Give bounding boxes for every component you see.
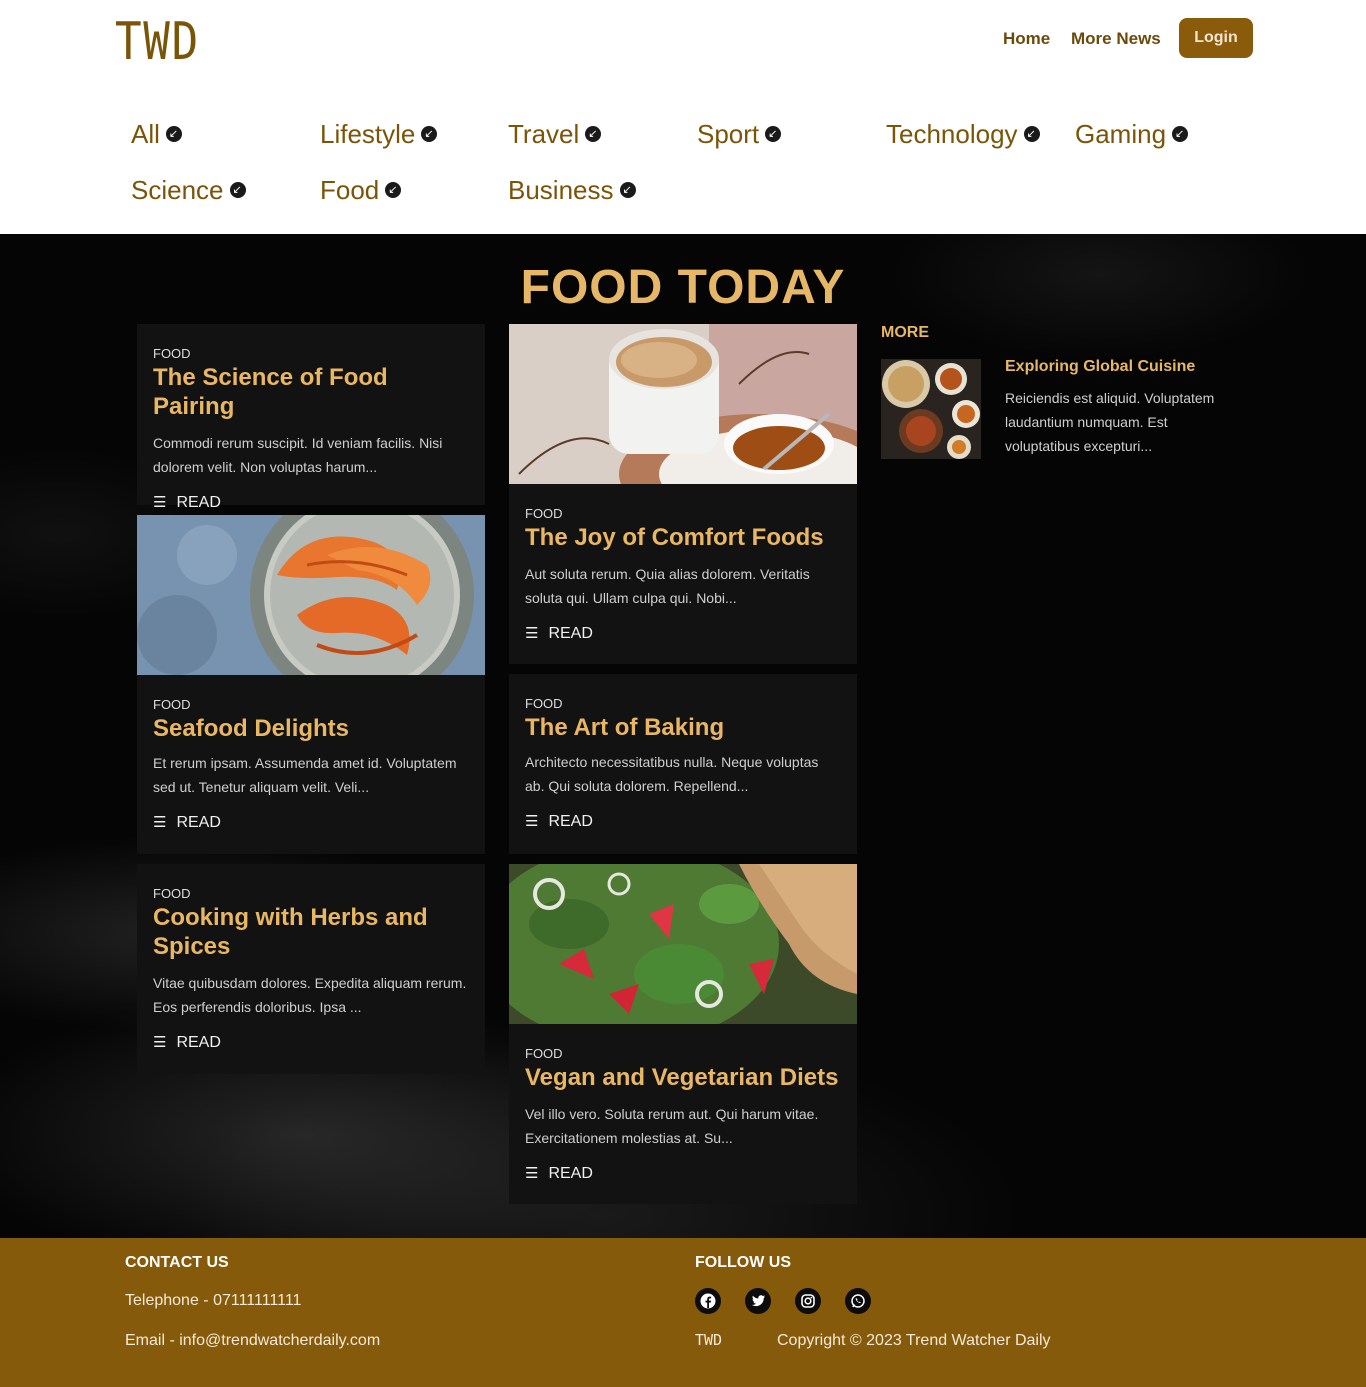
read-label: READ [548,813,593,830]
arrow-down-left-icon [229,182,246,199]
contact-heading: CONTACT US [125,1254,229,1271]
card-title[interactable]: The Joy of Comfort Foods [525,523,841,552]
menu-icon: ☰ [153,494,167,511]
nav-home-link[interactable]: Home [1003,29,1050,49]
category-label: Gaming [1075,119,1167,149]
card-excerpt: Commodi rerum suscipit. Id veniam facili… [153,435,443,475]
card-excerpt: Vitae quibusdam dolores. Expedita aliqua… [153,975,467,1015]
arrow-down-left-icon [1023,126,1040,143]
menu-icon: ☰ [525,813,539,830]
read-button[interactable]: ☰ READ [525,812,593,831]
card-title[interactable]: Seafood Delights [153,714,469,743]
article-card[interactable]: FOOD Seafood Delights Et rerum ipsam. As… [137,515,485,854]
card-category: FOOD [153,886,191,901]
read-button[interactable]: ☰ READ [525,624,593,643]
card-category: FOOD [525,506,563,521]
read-label: READ [548,625,593,642]
category-label: Science [131,175,224,205]
card-excerpt: Aut soluta rerum. Quia alias dolorem. Ve… [525,566,810,606]
card-title[interactable]: Vegan and Vegetarian Diets [525,1063,841,1092]
card-category: FOOD [153,697,191,712]
category-label: Sport [697,119,760,149]
page-title: FOOD TODAY [520,261,846,314]
contact-telephone: Telephone - 07111111111 [125,1292,302,1309]
site-header: TWD Home More News Login All Lifestyle T… [0,0,1366,234]
follow-heading: FOLLOW US [695,1254,791,1271]
whatsapp-icon[interactable] [845,1288,871,1314]
arrow-down-left-icon [165,126,182,143]
card-title[interactable]: The Science of Food Pairing [153,363,469,421]
category-label: Food [320,175,380,205]
article-card[interactable]: FOOD The Joy of Comfort Foods Aut soluta… [509,324,857,664]
card-category: FOOD [525,696,563,711]
card-title[interactable]: The Art of Baking [525,713,841,742]
dishes-image[interactable] [881,359,981,459]
read-label: READ [548,1165,593,1182]
article-card[interactable]: FOOD Vegan and Vegetarian Diets Vel illo… [509,864,857,1204]
category-label: Technology [886,119,1018,149]
card-category: FOOD [153,346,191,361]
more-article-title[interactable]: Exploring Global Cuisine [1005,358,1195,376]
category-all[interactable]: All [131,119,182,150]
category-label: Travel [508,119,580,149]
category-label: Lifestyle [320,119,416,149]
card-excerpt: Vel illo vero. Soluta rerum aut. Qui har… [525,1106,819,1146]
arrow-down-left-icon [385,182,402,199]
category-label: All [131,119,160,149]
arrow-down-left-icon [619,182,636,199]
menu-icon: ☰ [525,625,539,642]
site-logo[interactable]: TWD [115,12,200,72]
twitter-icon[interactable] [745,1288,771,1314]
main-section: FOOD TODAY FOOD The Science of Food Pair… [0,234,1366,1238]
card-category: FOOD [525,1046,563,1061]
read-button[interactable]: ☰ READ [153,1033,221,1052]
instagram-icon[interactable] [795,1288,821,1314]
shrimp-image[interactable] [137,515,485,675]
article-card[interactable]: FOOD The Science of Food Pairing Commodi… [137,324,485,511]
menu-icon: ☰ [525,1165,539,1182]
arrow-down-left-icon [765,126,782,143]
read-button[interactable]: ☰ READ [153,813,221,832]
category-food[interactable]: Food [320,175,402,206]
article-card[interactable]: FOOD The Art of Baking Architecto necess… [509,674,857,854]
category-travel[interactable]: Travel [508,119,602,150]
salad-image[interactable] [509,864,857,1024]
category-technology[interactable]: Technology [886,119,1040,150]
login-button[interactable]: Login [1179,18,1253,58]
category-label: Business [508,175,614,205]
read-label: READ [176,494,221,511]
more-heading: MORE [881,324,929,341]
menu-icon: ☰ [153,814,167,831]
menu-icon: ☰ [153,1034,167,1051]
read-button[interactable]: ☰ READ [525,1164,593,1183]
category-science[interactable]: Science [131,175,246,206]
arrow-down-left-icon [585,126,602,143]
article-card[interactable]: FOOD Cooking with Herbs and Spices Vitae… [137,864,485,1074]
category-lifestyle[interactable]: Lifestyle [320,119,438,150]
coffee-image[interactable] [509,324,857,484]
category-sport[interactable]: Sport [697,119,782,150]
read-label: READ [176,814,221,831]
arrow-down-left-icon [421,126,438,143]
card-title[interactable]: Cooking with Herbs and Spices [153,903,469,961]
category-business[interactable]: Business [508,175,636,206]
category-gaming[interactable]: Gaming [1075,119,1189,150]
arrow-down-left-icon [1172,126,1189,143]
copyright-text: Copyright © 2023 Trend Watcher Daily [777,1332,1051,1349]
read-label: READ [176,1034,221,1051]
more-article-excerpt: Reiciendis est aliquid. Voluptatem lauda… [1005,390,1215,454]
contact-email[interactable]: Email - info@trendwatcherdaily.com [125,1332,380,1350]
card-excerpt: Architecto necessitatibus nulla. Neque v… [525,754,819,794]
site-footer: CONTACT US Telephone - 07111111111 Email… [0,1238,1366,1387]
facebook-icon[interactable] [695,1288,721,1314]
footer-logo[interactable]: TWD [695,1331,722,1349]
read-button[interactable]: ☰ READ [153,493,221,512]
card-excerpt: Et rerum ipsam. Assumenda amet id. Volup… [153,755,457,795]
nav-more-news-link[interactable]: More News [1071,29,1161,49]
